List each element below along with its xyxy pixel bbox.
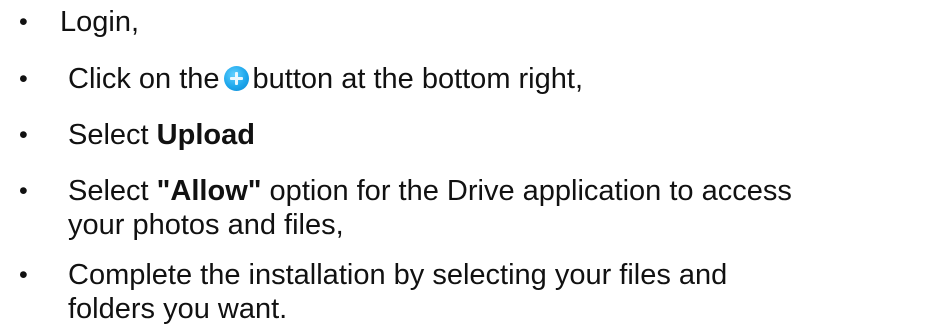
- bullet: •: [19, 261, 28, 289]
- step-label-bold: "Allow": [156, 175, 262, 207]
- step-line-2: folders you want.: [68, 293, 288, 325]
- step-label-prefix: Select: [68, 119, 157, 151]
- step-label: Login,: [60, 6, 140, 38]
- plus-circle-icon: [223, 66, 249, 91]
- step-text: Select "Allow" option for the Drive appl…: [68, 174, 792, 242]
- step-text: Select Upload: [68, 118, 255, 152]
- bullet: •: [19, 8, 28, 36]
- step-label-prefix: Select: [68, 175, 157, 207]
- step-label-bold: Upload: [156, 119, 255, 151]
- step-line-1: Select "Allow" option for the Drive appl…: [68, 174, 792, 208]
- step-label-after: button at the bottom right,: [252, 63, 583, 95]
- step-line-2: your photos and files,: [68, 209, 344, 241]
- step-text: Complete the installation by selecting y…: [68, 258, 727, 326]
- step-line-1: Complete the installation by selecting y…: [68, 259, 728, 291]
- bullet: •: [19, 65, 28, 93]
- step-text: Login,: [60, 5, 139, 39]
- step-label-before: Click on the: [68, 63, 220, 95]
- step-label-suffix: option for the Drive application to acce…: [261, 175, 792, 207]
- step-text: Click on the button at the bottom right,: [68, 62, 583, 96]
- bullet: •: [19, 121, 28, 149]
- bullet: •: [19, 177, 28, 205]
